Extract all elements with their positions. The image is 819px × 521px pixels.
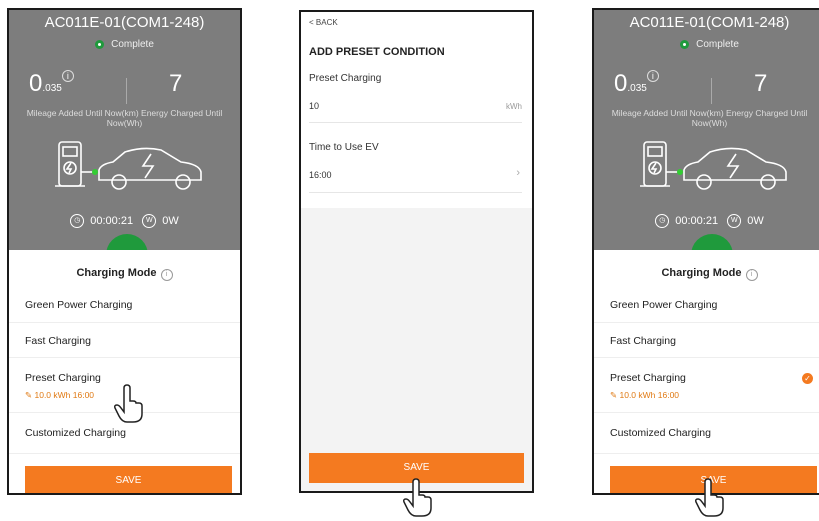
phone-screen-mode-selected: AC011E-01(COM1-248) Complete 0.035i 7 Mi…: [592, 8, 819, 495]
phone-screen-preset-condition: < BACK ADD PRESET CONDITION Preset Charg…: [299, 10, 534, 493]
mode-option-green-power[interactable]: Green Power Charging: [594, 290, 819, 323]
info-icon[interactable]: i: [61, 70, 74, 82]
divider: [126, 78, 127, 104]
charger-status-panel: AC011E-01(COM1-248) Complete 0.035i 7 Mi…: [9, 10, 240, 276]
info-icon[interactable]: i: [646, 70, 659, 82]
phone-screen-select-mode: AC011E-01(COM1-248) Complete 0.035i 7 Mi…: [7, 8, 242, 495]
stat-labels: Mileage Added Until Now(km) Energy Charg…: [9, 108, 240, 128]
empty-area: [301, 208, 532, 491]
option-label: Customized Charging: [25, 427, 126, 439]
option-label: Green Power Charging: [25, 299, 133, 311]
preset-summary[interactable]: ✎ 10.0 kWh 16:00: [25, 390, 94, 401]
chevron-left-icon: <: [309, 18, 316, 27]
option-label: Customized Charging: [610, 427, 711, 439]
duration-text: 00:00:21: [675, 214, 719, 227]
power-icon: W: [727, 214, 742, 228]
chevron-right-icon[interactable]: ›: [516, 167, 520, 179]
power-text: 0W: [747, 214, 764, 227]
back-button[interactable]: < BACK: [309, 18, 338, 27]
sheet-title: Charging Mode i: [9, 267, 240, 281]
mode-option-fast[interactable]: Fast Charging: [594, 323, 819, 358]
charging-mode-sheet: Charging Mode i Green Power Charging Fast…: [9, 250, 240, 493]
save-button[interactable]: SAVE: [25, 466, 232, 493]
clock-icon: ◷: [70, 214, 85, 228]
divider: [309, 122, 522, 123]
unit-label: kWh: [506, 102, 522, 111]
page-title: ADD PRESET CONDITION: [309, 46, 445, 58]
stat-labels: Mileage Added Until Now(km) Energy Charg…: [594, 108, 819, 128]
time-picker[interactable]: 16:00: [309, 170, 332, 180]
clock-icon: ◷: [655, 214, 670, 228]
check-icon: ✓: [802, 373, 813, 384]
option-label: Green Power Charging: [610, 299, 718, 311]
car-icon: [683, 147, 787, 190]
info-icon[interactable]: i: [160, 269, 173, 281]
hand-pointer-icon: [403, 478, 432, 517]
charger-car-illustration: [55, 141, 202, 190]
preset-energy-input[interactable]: 10: [309, 101, 319, 111]
status-text: Complete: [696, 39, 739, 50]
charger-icon: [55, 141, 85, 187]
status-dot-icon: [95, 39, 105, 49]
power-icon: W: [142, 214, 157, 228]
status-dot-icon: [680, 39, 690, 49]
option-label: Fast Charging: [25, 335, 91, 347]
car-icon: [98, 147, 202, 190]
info-icon[interactable]: i: [745, 269, 758, 281]
mode-option-preset[interactable]: Preset Charging ✓ ✎ 10.0 kWh 16:00: [594, 358, 819, 413]
sheet-title: Charging Mode i: [594, 267, 819, 281]
energy-value: 7: [754, 70, 768, 97]
mode-option-customized[interactable]: Customized Charging: [594, 413, 819, 454]
mode-option-fast[interactable]: Fast Charging: [9, 323, 240, 358]
charge-timer: ◷ 00:00:21 W 0W: [594, 214, 819, 228]
mode-option-green-power[interactable]: Green Power Charging: [9, 290, 240, 323]
charge-timer: ◷ 00:00:21 W 0W: [9, 214, 240, 228]
charger-icon: [640, 141, 670, 187]
mileage-value: 0.035i: [29, 70, 74, 98]
hand-pointer-icon: [114, 384, 143, 423]
power-text: 0W: [162, 214, 179, 227]
mileage-label: Mileage Added Until Now(km): [26, 108, 139, 118]
charging-status: Complete: [594, 39, 819, 50]
hand-pointer-icon: [695, 478, 724, 517]
option-label: Preset Charging: [25, 372, 101, 384]
option-label: Preset Charging: [610, 372, 686, 384]
energy-value: 7: [169, 70, 183, 97]
option-label: Fast Charging: [610, 335, 676, 347]
charging-status: Complete: [9, 39, 240, 50]
charging-mode-sheet: Charging Mode i Green Power Charging Fast…: [594, 250, 819, 493]
divider: [309, 192, 522, 193]
divider: [711, 78, 712, 104]
charger-car-illustration: [640, 141, 787, 190]
mileage-label: Mileage Added Until Now(km): [611, 108, 724, 118]
preset-charging-label: Preset Charging: [309, 73, 382, 84]
time-to-use-label: Time to Use EV: [309, 142, 379, 153]
mileage-value: 0.035i: [614, 70, 659, 98]
status-text: Complete: [111, 39, 154, 50]
preset-summary[interactable]: ✎ 10.0 kWh 16:00: [610, 390, 679, 401]
duration-text: 00:00:21: [90, 214, 134, 227]
charger-status-panel: AC011E-01(COM1-248) Complete 0.035i 7 Mi…: [594, 10, 819, 276]
device-title: AC011E-01(COM1-248): [44, 14, 205, 31]
device-title: AC011E-01(COM1-248): [629, 14, 790, 31]
